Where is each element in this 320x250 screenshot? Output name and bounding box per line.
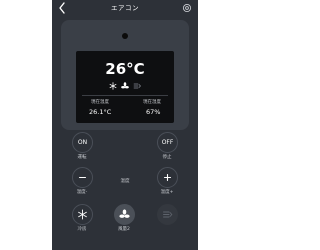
swing-icon <box>163 211 173 218</box>
power-on-button[interactable]: ON <box>72 132 93 153</box>
temperature-down-label: 温度- <box>76 190 88 195</box>
minus-icon <box>78 176 87 179</box>
page-title: エアコン <box>111 4 139 12</box>
set-temperature: 26°C <box>105 60 145 78</box>
fan-speed-button[interactable] <box>114 204 135 225</box>
fan-icon <box>119 209 130 218</box>
power-on-text: ON <box>77 139 88 146</box>
snowflake-icon <box>109 82 117 90</box>
swing-button[interactable] <box>157 204 178 225</box>
current-humidity-label: 現在湿度 <box>143 100 161 105</box>
current-temperature-label: 現在温度 <box>91 100 109 105</box>
temperature-up-label: 温度+ <box>160 190 174 195</box>
current-temperature-value: 26.1°C <box>89 108 112 116</box>
temperature-label: 温度 <box>120 179 130 184</box>
status-card: 26°C 現在温度 26.1°C 現在湿度 67% <box>61 20 189 130</box>
power-on-label: 運転 <box>77 155 87 160</box>
swing-icon <box>133 83 141 89</box>
temperature-up-button[interactable] <box>157 167 178 188</box>
cool-mode-label: 冷房 <box>77 227 87 232</box>
aircon-app-screen: エアコン 26°C 現在温度 26.1°C 現在湿度 67% ON 運転 OFF… <box>52 0 198 250</box>
power-off-text: OFF <box>161 139 174 146</box>
snowflake-icon <box>78 209 87 220</box>
power-off-label: 停止 <box>162 155 172 160</box>
indicator-dot <box>122 33 128 39</box>
current-humidity-value: 67% <box>146 108 161 116</box>
status-display: 26°C 現在温度 26.1°C 現在湿度 67% <box>76 51 174 123</box>
app-header: エアコン <box>52 0 198 18</box>
gear-icon[interactable] <box>182 3 192 13</box>
fan-icon <box>121 82 129 89</box>
mode-indicators <box>107 82 143 90</box>
temperature-down-button[interactable] <box>72 167 93 188</box>
display-divider <box>82 95 168 96</box>
cool-mode-button[interactable] <box>72 204 93 225</box>
fan-speed-label: 風量2 <box>118 227 130 232</box>
plus-icon <box>163 173 172 182</box>
power-off-button[interactable]: OFF <box>157 132 178 153</box>
